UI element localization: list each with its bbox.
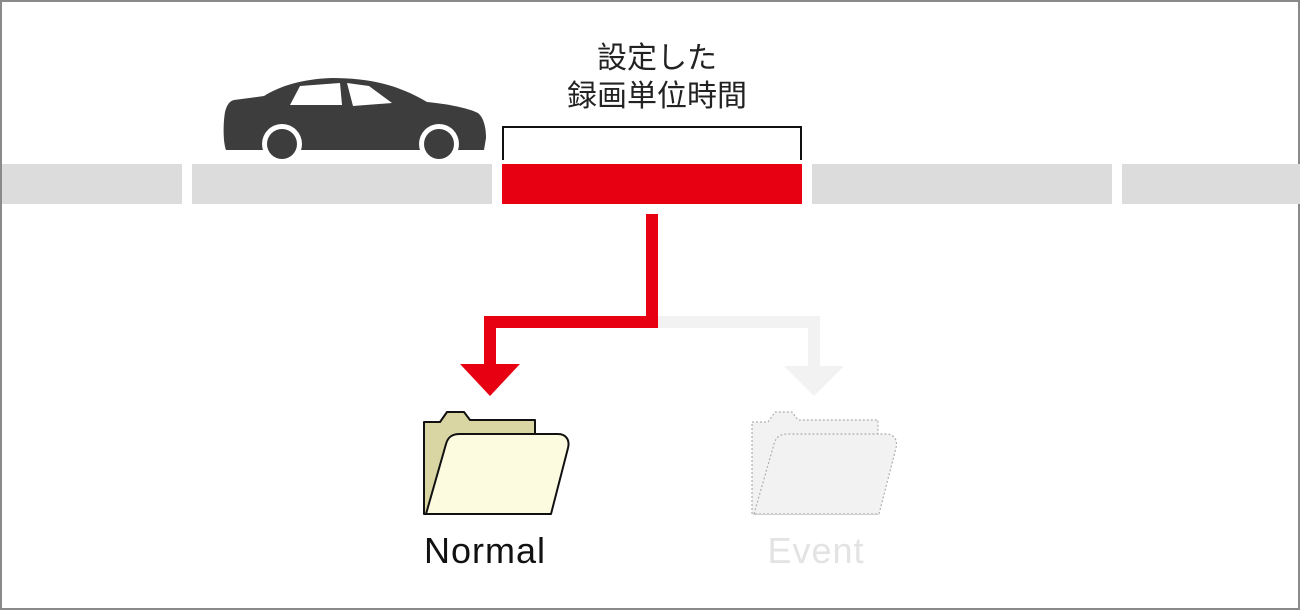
timeline-segment [2, 164, 182, 204]
timeline-segment [192, 164, 492, 204]
timeline-segment [1122, 164, 1300, 204]
caption-line-1: 設定した [597, 42, 717, 75]
bracket-icon [502, 126, 802, 160]
recording-unit-caption: 設定した 録画単位時間 [502, 40, 812, 116]
arrow-icon [784, 366, 844, 396]
arrow-to-normal [460, 214, 658, 396]
car-icon [223, 78, 486, 164]
caption-line-2: 録画単位時間 [567, 80, 747, 113]
event-folder-label: Event [767, 530, 865, 571]
timeline-segment-active [502, 164, 802, 204]
arrow-to-event [652, 316, 844, 396]
arrow-icon [460, 364, 520, 396]
folder-icon [423, 411, 570, 515]
timeline-segment [812, 164, 1112, 204]
folder-icon [751, 411, 898, 515]
timeline [2, 164, 1300, 204]
normal-folder-label: Normal [423, 530, 546, 571]
diagram-frame: 設定した 録画単位時間 Normal Event [0, 0, 1300, 610]
